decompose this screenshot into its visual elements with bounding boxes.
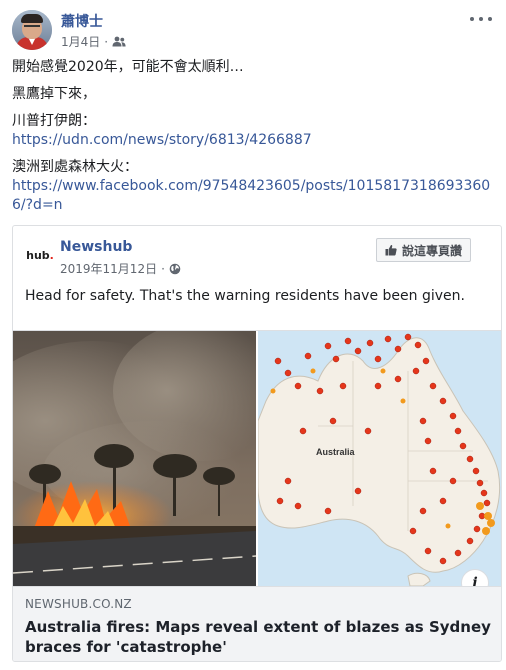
link-label: 澳洲到處森林大火： <box>12 159 138 175</box>
link-headline[interactable]: Australia fires: Maps reveal extent of b… <box>25 617 491 657</box>
newshub-logo[interactable]: hub. <box>25 240 55 270</box>
post-meta: 1月4日 · <box>61 33 126 50</box>
shared-post-message: Head for safety. That's the warning resi… <box>25 288 465 304</box>
more-options-button[interactable] <box>470 10 492 28</box>
post-paragraph: 黑鷹掉下來， <box>12 86 96 102</box>
post-link[interactable]: https://www.facebook.com/97548423605/pos… <box>12 178 490 213</box>
link-block: 澳洲到處森林大火： https://www.facebook.com/97548… <box>12 158 496 215</box>
link-info[interactable]: NEWSHUB.CO.NZ Australia fires: Maps reve… <box>13 586 501 661</box>
link-preview[interactable]: Australia i NEWSHUB.CO.NZ Australia fire… <box>13 330 501 661</box>
link-domain: NEWSHUB.CO.NZ <box>25 597 132 611</box>
shared-post-card: hub. Newshub 2019年11月12日 · 說這專頁讚 Head fo… <box>12 225 502 662</box>
like-page-label: 說這專頁讚 <box>401 243 462 258</box>
like-page-button[interactable]: 說這專頁讚 <box>375 238 471 262</box>
facebook-post: 蕭博士 1月4日 · 開始感覺2020年，可能不會太順利… 黑鷹掉下來， 川普打… <box>0 0 506 670</box>
friends-icon[interactable] <box>112 36 126 47</box>
post-text: 開始感覺2020年，可能不會太順利… 黑鷹掉下來， 川普打伊朗： https:/… <box>12 58 496 223</box>
shared-post-meta: 2019年11月12日 · <box>60 260 181 277</box>
post-link[interactable]: https://udn.com/news/story/6813/4266887 <box>12 132 312 148</box>
thumbs-up-icon <box>385 244 397 256</box>
australia-fire-map: Australia <box>258 331 501 586</box>
bushfire-photo <box>13 331 256 586</box>
link-label: 川普打伊朗： <box>12 113 96 129</box>
more-options-icon <box>470 17 474 21</box>
post-date[interactable]: 1月4日 <box>61 33 100 50</box>
globe-icon[interactable] <box>169 263 181 275</box>
author-avatar[interactable] <box>12 10 52 50</box>
link-block: 川普打伊朗： https://udn.com/news/story/6813/4… <box>12 112 496 150</box>
post-paragraph: 開始感覺2020年，可能不會太順利… <box>12 59 244 75</box>
author-name[interactable]: 蕭博士 <box>61 11 103 31</box>
source-page-name[interactable]: Newshub <box>60 239 132 255</box>
map-label-australia: Australia <box>316 447 356 457</box>
shared-post-date[interactable]: 2019年11月12日 <box>60 260 157 277</box>
shared-post-header: hub. Newshub 2019年11月12日 · 說這專頁讚 Head fo… <box>13 226 501 326</box>
